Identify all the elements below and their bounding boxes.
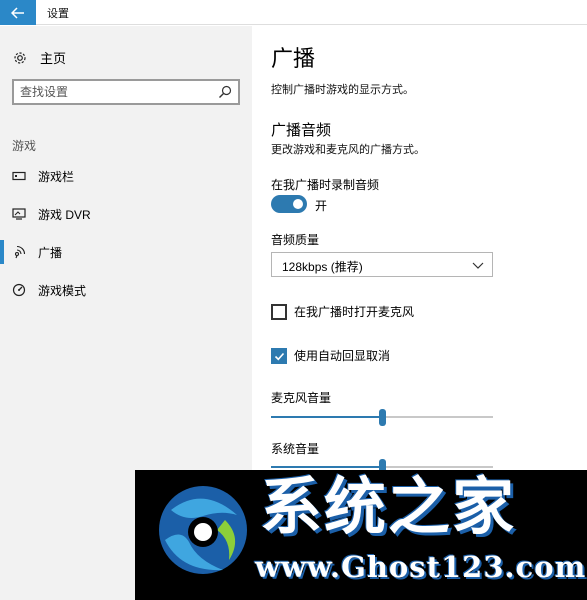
section-title: 广播音频 — [271, 122, 332, 139]
broadcast-icon — [14, 245, 26, 259]
dropdown-value: 128kbps (推荐) — [282, 260, 363, 274]
echo-cancel-checkbox[interactable] — [271, 347, 287, 364]
back-button[interactable] — [0, 0, 36, 25]
watermark-banner: 系统之家 www.Ghost123.com — [135, 470, 587, 600]
audio-quality-dropdown[interactable]: 128kbps (推荐) — [271, 252, 493, 277]
slider-fill — [271, 416, 382, 418]
dvr-icon — [12, 208, 26, 220]
slider-fill — [271, 466, 382, 468]
sidebar-item-label: 广播 — [38, 246, 63, 260]
echo-checkbox-label: 使用自动回显取消 — [294, 349, 391, 363]
echo-checkbox-row[interactable]: 使用自动回显取消 — [271, 347, 390, 364]
arrow-left-icon — [11, 6, 24, 19]
system-volume-label: 系统音量 — [271, 442, 320, 456]
search-box[interactable] — [12, 79, 240, 105]
sidebar-item-game-dvr[interactable]: 游戏 DVR — [0, 196, 252, 232]
slider-thumb[interactable] — [379, 409, 386, 426]
sidebar-item-label: 游戏栏 — [38, 170, 75, 184]
title-bar: 设置 — [0, 0, 587, 25]
selection-indicator — [0, 240, 4, 264]
sidebar-item-game-mode[interactable]: 游戏模式 — [0, 272, 252, 308]
gear-icon — [12, 50, 28, 66]
checkmark-icon — [274, 352, 285, 360]
game-bar-icon — [12, 171, 26, 181]
sidebar-item-game-bar[interactable]: 游戏栏 — [0, 158, 252, 194]
mic-checkbox-label: 在我广播时打开麦克风 — [294, 305, 415, 319]
watermark-url: www.Ghost123.com — [255, 550, 587, 584]
sidebar-item-label: 游戏 DVR — [38, 208, 91, 222]
sidebar-home[interactable]: 主页 — [12, 48, 66, 67]
watermark-logo-icon — [159, 486, 247, 574]
selection-indicator — [0, 164, 4, 188]
mic-checkbox[interactable] — [271, 303, 287, 320]
record-audio-label: 在我广播时录制音频 — [271, 178, 380, 192]
search-input[interactable] — [14, 85, 204, 99]
chevron-down-icon — [472, 262, 484, 269]
selection-indicator — [0, 278, 4, 302]
page-title: 广播 — [271, 46, 316, 71]
page-description: 控制广播时游戏的显示方式。 — [271, 84, 414, 96]
watermark-title: 系统之家 — [260, 470, 517, 543]
sidebar-item-label: 游戏模式 — [38, 284, 87, 298]
mic-volume-label: 麦克风音量 — [271, 391, 332, 405]
sidebar-home-label: 主页 — [40, 51, 67, 66]
game-mode-icon — [12, 283, 26, 297]
selection-indicator — [0, 202, 4, 226]
search-icon[interactable] — [218, 85, 232, 99]
window-title: 设置 — [47, 8, 69, 20]
sidebar-section-label: 游戏 — [12, 139, 37, 153]
mic-checkbox-row[interactable]: 在我广播时打开麦克风 — [271, 303, 414, 320]
record-audio-toggle[interactable] — [271, 195, 307, 213]
toggle-knob — [293, 199, 303, 209]
sidebar-item-broadcast[interactable]: 广播 — [0, 234, 252, 270]
section-description: 更改游戏和麦克风的广播方式。 — [271, 144, 425, 156]
mic-volume-slider[interactable] — [271, 409, 493, 426]
toggle-state-label: 开 — [315, 199, 328, 213]
audio-quality-label: 音频质量 — [271, 233, 320, 247]
